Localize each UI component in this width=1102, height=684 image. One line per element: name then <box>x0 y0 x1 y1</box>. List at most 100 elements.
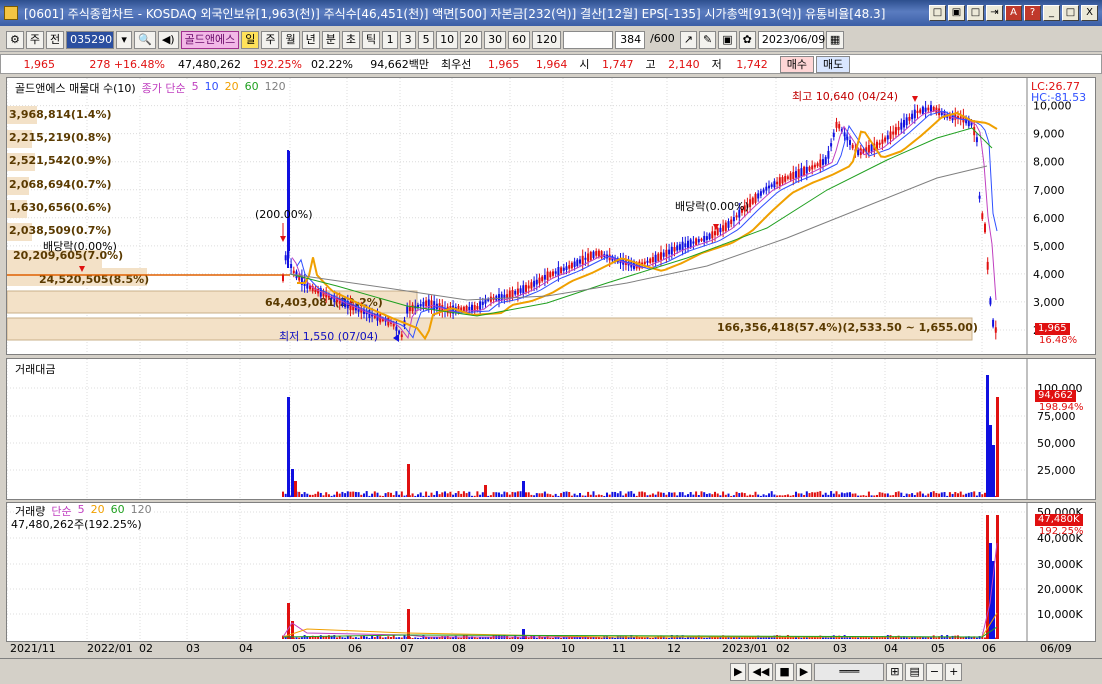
candle-body <box>749 199 752 208</box>
buy-button[interactable]: 매수 <box>779 55 814 73</box>
save-screen-button[interactable]: □ <box>967 5 984 21</box>
volume-bar <box>460 637 463 639</box>
search-icon[interactable]: 🔍 <box>134 30 156 49</box>
calendar-icon[interactable]: ▦ <box>825 30 845 49</box>
date-input[interactable]: 2023/06/09 <box>757 30 825 49</box>
amount-bar <box>927 493 930 497</box>
pin-button[interactable]: ⇥ <box>986 5 1003 21</box>
high-note: 최고 10,640 (04/24) <box>792 90 898 103</box>
candle-body <box>849 140 851 145</box>
interval-1[interactable]: 1 <box>382 30 399 49</box>
interval-30[interactable]: 30 <box>484 30 507 49</box>
candle-body <box>778 177 781 186</box>
title-bar: [0601] 주식종합차트 - KOSDAQ 외국인보유[1,963(천)] 주… <box>0 0 1102 26</box>
speaker-icon[interactable]: ◀) <box>157 30 179 49</box>
scroll-slider[interactable]: ═══ <box>814 663 885 681</box>
zoom-fit-icon[interactable]: ⊞ <box>886 663 904 681</box>
settings-icon[interactable]: ⚙ <box>6 30 24 49</box>
minimize-button[interactable]: _ <box>1043 5 1060 21</box>
zoom-out-icon[interactable]: − <box>925 663 944 681</box>
x-axis-label: 04 <box>884 642 898 655</box>
amount-bar <box>722 491 725 497</box>
candle-body <box>884 137 887 142</box>
stock-code-input[interactable]: 035290 <box>66 30 115 49</box>
amount-bar <box>444 491 446 497</box>
candle-body <box>592 251 595 258</box>
candle-body <box>908 116 911 121</box>
amount-bar <box>535 493 538 497</box>
gear-icon[interactable]: ✿ <box>738 30 756 49</box>
font-button[interactable]: A <box>1005 5 1022 21</box>
amount-bar <box>924 495 927 497</box>
amount-bar <box>546 493 549 497</box>
link-button[interactable]: ▣ <box>948 5 965 21</box>
tab-period-minute[interactable]: 분 <box>321 30 340 49</box>
count-input[interactable]: 384 <box>615 30 646 49</box>
chevron-down-icon[interactable]: ▾ <box>116 30 133 49</box>
help-button[interactable]: ? <box>1024 5 1041 21</box>
amount-bar <box>673 492 676 497</box>
candle-body <box>768 185 770 189</box>
volume-bar <box>300 637 303 639</box>
candle-body <box>408 306 411 312</box>
volume-chart-panel[interactable]: 50,000K 40,000K 30,000K 20,000K 10,000K 거래량 … <box>6 502 1096 642</box>
tab-period-month[interactable]: 월 <box>281 30 300 49</box>
tab-period-tick[interactable]: 틱 <box>361 30 381 49</box>
rewind-icon[interactable]: ◀◀ <box>748 663 774 681</box>
amount-chart-panel[interactable]: 100,000 75,000 50,000 25,000 거래대금 94,662 19… <box>6 358 1096 500</box>
amount-bar <box>678 492 681 497</box>
interval-20[interactable]: 20 <box>460 30 483 49</box>
stop-icon[interactable]: ■ <box>775 663 794 681</box>
forward-icon[interactable]: ▶ <box>795 663 813 681</box>
interval-3[interactable]: 3 <box>400 30 417 49</box>
interval-5[interactable]: 5 <box>418 30 435 49</box>
amount-bar <box>495 492 498 497</box>
candle-body <box>697 239 700 243</box>
amount-bar <box>541 493 544 497</box>
zoom-in-icon[interactable]: + <box>945 663 963 681</box>
layout-icon[interactable]: ▤ <box>905 663 924 681</box>
amount-bar <box>795 491 797 497</box>
amount-bar <box>695 491 698 497</box>
sell-button[interactable]: 매도 <box>816 55 851 73</box>
play-icon[interactable]: ▶ <box>730 663 747 681</box>
candle-body <box>543 274 546 280</box>
maximize-button[interactable]: □ <box>1062 5 1079 21</box>
amount-bar <box>344 493 347 497</box>
amount-bar <box>282 491 284 497</box>
amount-bar <box>306 493 309 497</box>
volume-bar <box>384 637 387 639</box>
amount-bar <box>327 494 330 497</box>
close-button[interactable]: X <box>1081 5 1098 21</box>
range-select[interactable]: 전 <box>46 30 65 49</box>
price-chart-panel[interactable]: 10,000 9,000 8,000 7,000 6,000 5,000 4,000 3,00… <box>6 77 1096 355</box>
chart-type-icon[interactable]: ↗ <box>679 30 697 49</box>
interval-10[interactable]: 10 <box>436 30 459 49</box>
tab-period-day[interactable]: 일 <box>241 30 260 49</box>
amount-bar <box>705 493 708 497</box>
custom-interval-input[interactable] <box>563 30 614 49</box>
tab-period-second[interactable]: 초 <box>341 30 360 49</box>
market-select[interactable]: 주 <box>25 30 44 49</box>
amount-bar <box>638 491 641 497</box>
volume-chart[interactable]: 50,000K40,000K30,000K20,000K10,000K <box>7 503 1095 641</box>
amount-bar <box>503 491 506 497</box>
interval-120[interactable]: 120 <box>532 30 562 49</box>
tab-period-week[interactable]: 주 <box>261 30 280 49</box>
candle-body <box>797 169 800 178</box>
stock-name-button[interactable]: 골드앤에스 <box>180 30 240 49</box>
tab-period-year[interactable]: 년 <box>301 30 320 49</box>
interval-60[interactable]: 60 <box>508 30 531 49</box>
amount-bar <box>560 493 563 497</box>
save-icon[interactable]: ▣ <box>718 30 737 49</box>
amount-bar <box>876 494 878 497</box>
tool-icon[interactable]: ✎ <box>699 30 717 49</box>
price-chart[interactable]: 10,0009,0008,0007,0006,0005,0004,0003,00… <box>7 78 1095 354</box>
candle-body <box>541 276 544 282</box>
candle-body <box>816 163 819 167</box>
amount-bar <box>584 495 587 497</box>
amount-chart[interactable]: 100,00075,00050,00025,000 <box>7 359 1095 499</box>
amount-bar <box>314 493 317 497</box>
config-button[interactable]: □ <box>929 5 946 21</box>
amount-spike-7 <box>989 425 992 497</box>
